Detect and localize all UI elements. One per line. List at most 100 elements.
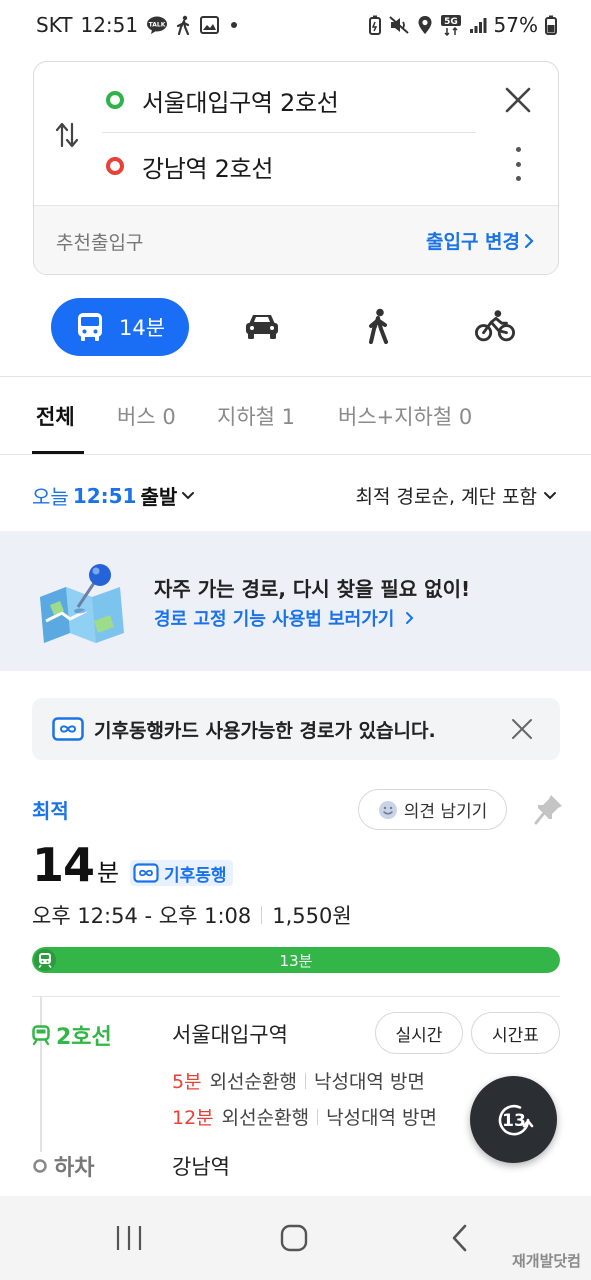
walk-icon[interactable] xyxy=(359,306,399,346)
mode-transit-button[interactable]: 14분 xyxy=(51,298,189,356)
feedback-text: 의견 남기기 xyxy=(403,802,488,822)
boarding-station[interactable]: 서울대입구역 xyxy=(172,1019,288,1049)
walking-icon xyxy=(176,15,192,35)
mute-icon xyxy=(388,15,410,35)
route-card: 서울대입구역 2호선 강남역 2호선 추천출입구 출입구 변경 xyxy=(33,61,559,275)
origin-input[interactable]: 서울대입구역 2호선 xyxy=(106,80,339,120)
entrance-row: 추천출입구 출입구 변경 xyxy=(34,205,558,274)
back-icon[interactable] xyxy=(440,1220,480,1256)
notification-dot-icon xyxy=(227,21,241,29)
arrival-direction: 외선순환행 xyxy=(209,1071,297,1093)
pin-icon[interactable] xyxy=(534,793,564,825)
system-nav-bar: 재개발닷컴 xyxy=(0,1196,591,1280)
chevron-right-icon xyxy=(405,612,414,624)
climate-card-icon xyxy=(133,863,159,883)
banner-title: 자주 가는 경로, 다시 찾을 필요 없이! xyxy=(154,577,471,601)
route-pin-banner[interactable]: 자주 가는 경로, 다시 찾을 필요 없이! 경로 고정 기능 사용법 보러가기 xyxy=(0,531,591,671)
realtime-button[interactable]: 실시간 xyxy=(375,1012,463,1054)
network-label: 5G xyxy=(444,17,458,27)
tab-all[interactable]: 전체 xyxy=(36,401,75,431)
origin-text: 서울대입구역 2호선 xyxy=(142,88,339,117)
kakaotalk-label: TALK xyxy=(149,22,166,29)
recommended-entrance-label: 추천출입구 xyxy=(56,232,144,254)
battery-icon xyxy=(545,15,557,35)
destination-input[interactable]: 강남역 2호선 xyxy=(106,146,274,186)
tab-bus[interactable]: 버스 0 xyxy=(117,401,176,431)
alight-label: 하차 xyxy=(54,1156,95,1181)
close-notice-icon[interactable] xyxy=(510,717,534,741)
arrival-minutes: 5분 xyxy=(172,1071,202,1093)
home-icon[interactable] xyxy=(274,1220,314,1256)
5g-icon: 5G xyxy=(440,14,462,36)
arrival-heading: 낙성대역 방면 xyxy=(326,1107,437,1129)
alight-station[interactable]: 강남역 xyxy=(172,1151,230,1181)
watermark: 재개발닷컴 xyxy=(511,1252,581,1270)
banner-link[interactable]: 경로 고정 기능 사용법 보러가기 xyxy=(154,605,415,631)
close-icon[interactable] xyxy=(502,84,534,116)
total-duration: 14 분 xyxy=(32,838,119,894)
climate-badge-text: 기후동행 xyxy=(164,865,227,886)
refresh-icon: 13 xyxy=(498,1104,533,1135)
status-left: SKT 12:51 TALK xyxy=(36,10,241,40)
destination-marker-icon xyxy=(106,157,124,175)
arrival-direction: 외선순환행 xyxy=(221,1107,310,1129)
kakaotalk-icon: TALK xyxy=(146,16,168,34)
alight-circle-icon xyxy=(33,1159,47,1173)
clock: 12:51 xyxy=(80,13,139,37)
refresh-countdown-button[interactable]: 13 xyxy=(470,1076,557,1163)
climate-card-notice: 기후동행카드 사용가능한 경로가 있습니다. xyxy=(32,698,560,760)
battery-percent: 57% xyxy=(493,13,538,37)
mode-divider xyxy=(0,376,591,377)
time-range: 오후 12:54 - 오후 1:08 xyxy=(32,904,252,928)
duration-unit: 분 xyxy=(97,859,120,887)
map-pin-illustration-icon xyxy=(36,561,128,645)
arrival-info-2: 12분 외선순환행 낙성대역 방면 xyxy=(172,1103,437,1130)
tab-subway[interactable]: 지하철 1 xyxy=(217,401,295,431)
line-2-badge: 2호선 xyxy=(32,1019,112,1051)
departure-suffix: 출발 xyxy=(140,485,178,509)
chevron-right-icon xyxy=(524,233,534,248)
route-type-tabs: 전체 버스 0 지하철 1 버스+지하철 0 xyxy=(0,378,591,454)
separator xyxy=(317,1108,319,1125)
time-and-fare: 오후 12:54 - 오후 1:08 1,550원 xyxy=(32,900,352,930)
more-options-icon[interactable] xyxy=(504,144,532,184)
alight-badge: 하차 xyxy=(32,1150,94,1182)
sort-text: 최적 경로순, 계단 포함 xyxy=(355,486,537,508)
sort-selector[interactable]: 최적 경로순, 계단 포함 xyxy=(356,482,557,509)
transit-time: 14분 xyxy=(118,316,166,340)
segment-duration: 13분 xyxy=(279,951,313,970)
smile-icon xyxy=(378,800,397,819)
carrier: SKT xyxy=(36,13,73,37)
car-icon[interactable] xyxy=(242,306,282,346)
result-divider xyxy=(32,996,560,997)
feedback-button[interactable]: 의견 남기기 xyxy=(358,789,507,830)
climate-card-badge: 기후동행 xyxy=(130,860,233,886)
status-right: 5G 57% xyxy=(368,10,557,40)
bicycle-icon[interactable] xyxy=(475,306,515,346)
input-divider xyxy=(102,132,476,133)
banner-link-text: 경로 고정 기능 사용법 보러가기 xyxy=(154,609,395,630)
arrival-heading: 낙성대역 방면 xyxy=(313,1071,425,1093)
arrival-minutes: 12분 xyxy=(172,1107,214,1129)
recent-apps-icon[interactable] xyxy=(109,1220,149,1256)
line-name: 2호선 xyxy=(56,1025,112,1050)
destination-text: 강남역 2호선 xyxy=(142,154,274,183)
countdown-number: 13 xyxy=(502,1111,526,1131)
battery-saver-icon xyxy=(368,15,381,35)
arrival-info-1: 5분 외선순환행 낙성대역 방면 xyxy=(172,1067,425,1094)
separator xyxy=(304,1072,306,1089)
timetable-button[interactable]: 시간표 xyxy=(471,1012,560,1054)
chevron-down-icon xyxy=(544,491,556,499)
departure-row: 오늘 12:51 출발 최적 경로순, 계단 포함 xyxy=(0,455,591,531)
duration-number: 14 xyxy=(32,838,95,892)
tab-bus-subway[interactable]: 버스+지하철 0 xyxy=(338,401,472,431)
route-progress-bar: 13분 xyxy=(32,947,560,973)
change-entrance-link[interactable]: 출입구 변경 xyxy=(426,227,534,254)
separator xyxy=(261,906,263,924)
gallery-icon xyxy=(200,16,220,34)
change-entrance-text: 출입구 변경 xyxy=(425,231,520,253)
bus-icon xyxy=(77,313,102,341)
subway-icon xyxy=(32,1025,50,1045)
departure-time-selector[interactable]: 오늘 12:51 출발 xyxy=(32,481,195,510)
swap-icon[interactable] xyxy=(54,120,80,150)
